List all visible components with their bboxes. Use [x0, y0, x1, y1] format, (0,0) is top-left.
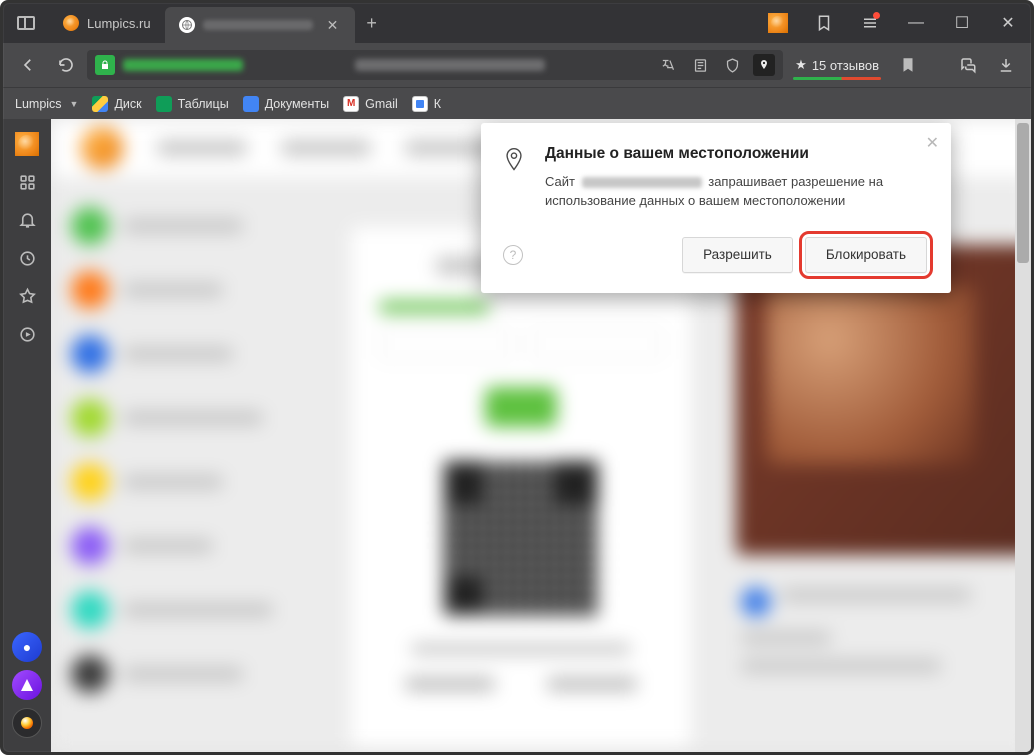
- page-viewport: ✕ Данные о вашем местоположении Сайт зап…: [51, 119, 1031, 752]
- downloads-button[interactable]: [989, 56, 1023, 74]
- rail-service-3[interactable]: [12, 708, 42, 738]
- bookmark-label: Gmail: [365, 97, 398, 111]
- bookmarks-folder-lumpics[interactable]: Lumpics ▼: [15, 97, 78, 111]
- calendar-icon: [412, 96, 428, 112]
- block-button[interactable]: Блокировать: [805, 237, 927, 273]
- gmail-icon: M: [343, 96, 359, 112]
- rail-favorites-icon[interactable]: [10, 279, 44, 313]
- omnibox-indicators: [657, 54, 775, 76]
- popup-message: Сайт запрашивает разрешение на использов…: [545, 173, 927, 211]
- allow-button[interactable]: Разрешить: [682, 237, 793, 273]
- rail-notifications-icon[interactable]: [10, 203, 44, 237]
- bookmark-label: Диск: [114, 97, 141, 111]
- rail-service-2[interactable]: [12, 670, 42, 700]
- favicon-globe-icon: [179, 17, 195, 33]
- feedback-button[interactable]: [951, 56, 985, 74]
- url-title-blurred: [355, 59, 545, 71]
- tab-active[interactable]: ✕: [165, 7, 355, 43]
- bookmark-label: Таблицы: [178, 97, 229, 111]
- bookmark-label: Документы: [265, 97, 329, 111]
- bookmark-page-button[interactable]: [891, 56, 925, 74]
- drive-icon: [92, 96, 108, 112]
- bookmark-sheets[interactable]: Таблицы: [156, 96, 229, 112]
- reviews-badge[interactable]: ★ 15 отзывов: [787, 57, 887, 73]
- star-icon: ★: [795, 57, 807, 73]
- bookmark-docs[interactable]: Документы: [243, 96, 329, 112]
- location-permission-indicator[interactable]: [753, 54, 775, 76]
- side-rail: ●: [3, 119, 51, 752]
- docs-icon: [243, 96, 259, 112]
- nav-back-button[interactable]: [11, 48, 45, 82]
- popup-close-button[interactable]: ✕: [926, 133, 939, 153]
- sheets-icon: [156, 96, 172, 112]
- rail-apps-icon[interactable]: [10, 165, 44, 199]
- location-pin-icon: [503, 145, 529, 211]
- popup-site-blurred: [582, 177, 702, 188]
- bookmarks-bar: Lumpics ▼ Диск Таблицы Документы M Gmail К: [3, 87, 1031, 119]
- content-area: ●: [3, 119, 1031, 752]
- rail-history-icon[interactable]: [10, 241, 44, 275]
- rail-media-icon[interactable]: [10, 317, 44, 351]
- profile-avatar[interactable]: [755, 3, 801, 43]
- address-bar: ★ 15 отзывов: [3, 43, 1031, 87]
- reviews-text: 15 отзывов: [812, 58, 879, 73]
- tab-close-button[interactable]: ✕: [327, 17, 339, 34]
- titlebar: Lumpics.ru ✕ + — ☐ ✕: [3, 3, 1031, 43]
- protect-icon[interactable]: [721, 54, 743, 76]
- location-permission-popup: ✕ Данные о вашем местоположении Сайт зап…: [481, 123, 951, 293]
- scrollbar-thumb[interactable]: [1017, 123, 1029, 263]
- collections-icon[interactable]: [801, 3, 847, 43]
- lock-icon: [95, 55, 115, 75]
- tab-lumpics[interactable]: Lumpics.ru: [49, 3, 165, 43]
- reload-button[interactable]: [49, 48, 83, 82]
- window-close-button[interactable]: ✕: [985, 3, 1031, 43]
- browser-window: Lumpics.ru ✕ + — ☐ ✕: [0, 0, 1034, 755]
- bookmark-drive[interactable]: Диск: [92, 96, 141, 112]
- window-maximize-button[interactable]: ☐: [939, 3, 985, 43]
- url-field[interactable]: [87, 50, 783, 80]
- window-minimize-button[interactable]: —: [893, 3, 939, 43]
- bookmark-gmail[interactable]: M Gmail: [343, 96, 398, 112]
- popup-title: Данные о вашем местоположении: [545, 145, 927, 163]
- rail-service-1[interactable]: ●: [12, 632, 42, 662]
- translate-icon[interactable]: [657, 54, 679, 76]
- rail-home-icon[interactable]: [10, 127, 44, 161]
- favicon-orange-icon: [63, 15, 79, 31]
- popup-help-button[interactable]: ?: [503, 245, 523, 265]
- bookmark-calendar[interactable]: К: [412, 96, 441, 112]
- bookmarks-folder-label: Lumpics: [15, 97, 62, 111]
- bookmark-label: К: [434, 97, 441, 111]
- sidebar-toggle-button[interactable]: [3, 3, 49, 43]
- url-host-blurred: [123, 59, 243, 71]
- menu-button[interactable]: [847, 3, 893, 43]
- new-tab-button[interactable]: +: [355, 3, 389, 43]
- chevron-down-icon: ▼: [70, 99, 79, 109]
- tab-label: Lumpics.ru: [87, 16, 151, 31]
- scrollbar-track[interactable]: [1015, 119, 1031, 752]
- tab-title-blurred: [203, 20, 313, 30]
- reader-icon[interactable]: [689, 54, 711, 76]
